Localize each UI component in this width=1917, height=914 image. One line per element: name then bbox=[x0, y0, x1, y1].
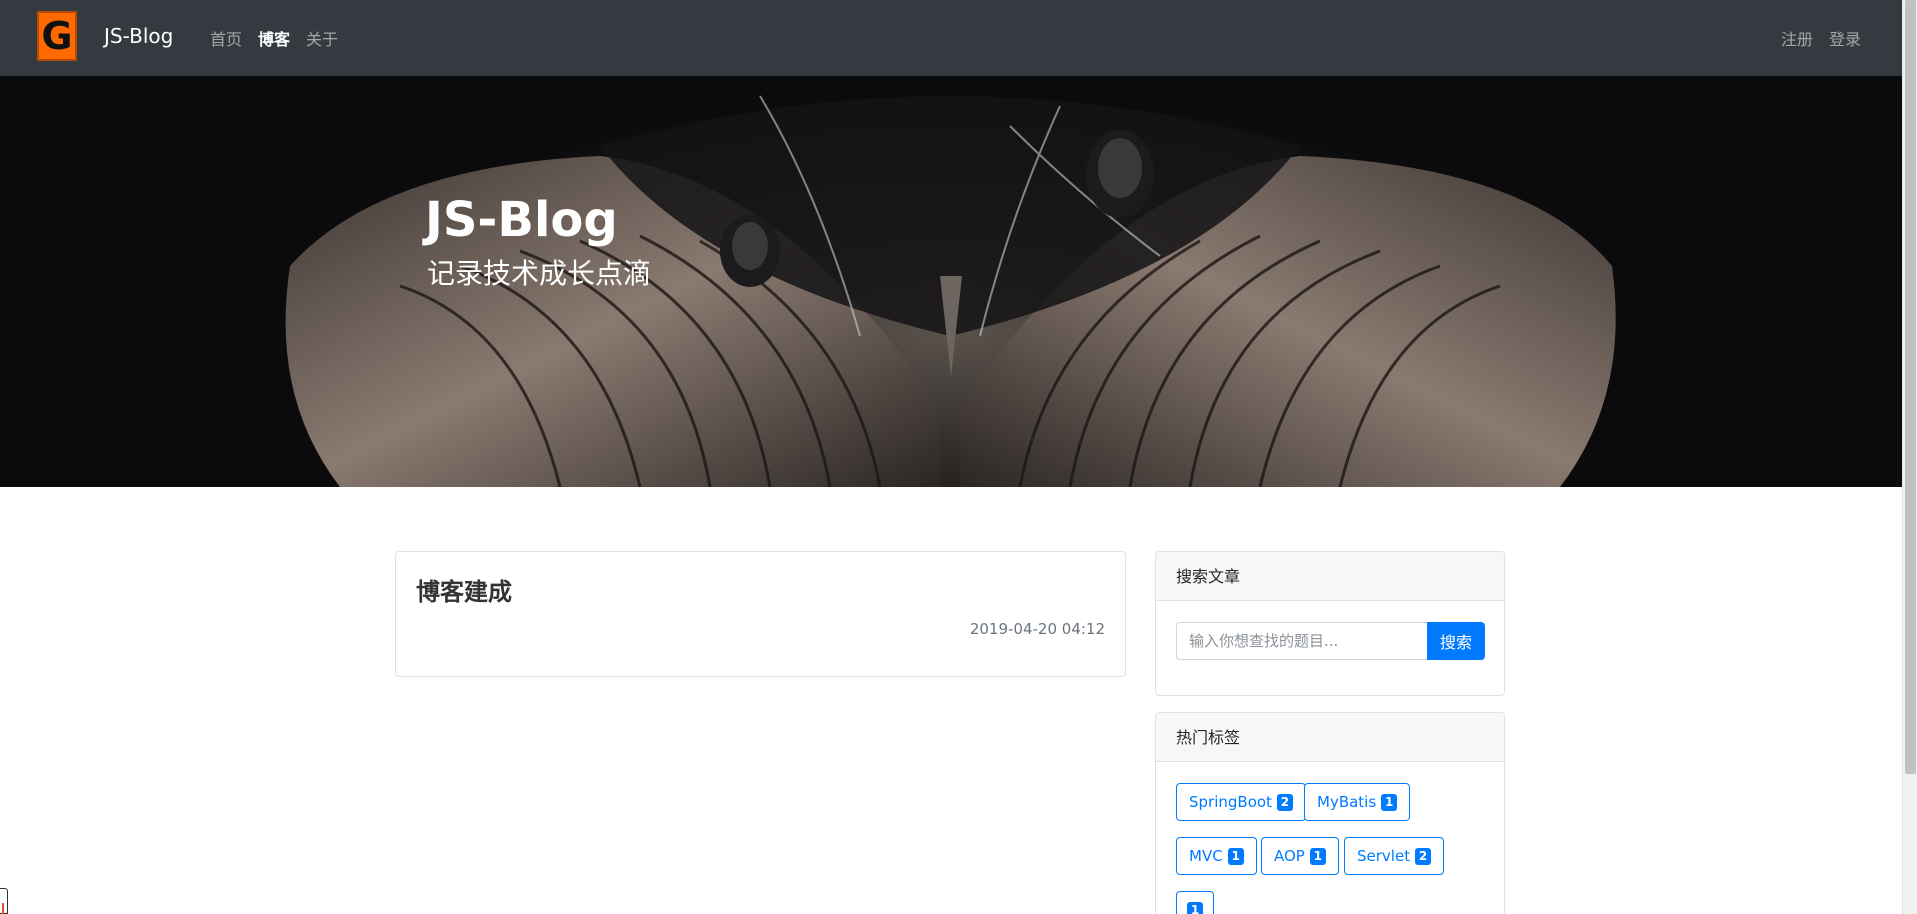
tag-button[interactable]: MVC 1 bbox=[1176, 837, 1257, 875]
register-link[interactable]: 注册 bbox=[1781, 26, 1813, 50]
tag-button[interactable]: Servlet 2 bbox=[1344, 837, 1445, 875]
hero-background-image bbox=[0, 76, 1902, 487]
hero-banner: JS-Blog 记录技术成长点滴 bbox=[0, 76, 1902, 487]
tag-count-badge: 1 bbox=[1187, 901, 1203, 914]
tag-count-badge: 2 bbox=[1415, 847, 1432, 865]
corner-widget-icon bbox=[0, 888, 8, 914]
vertical-scrollbar[interactable] bbox=[1902, 0, 1917, 914]
nav-blog-link[interactable]: 博客 bbox=[258, 26, 290, 50]
post-date: 2019-04-20 04:12 bbox=[969, 620, 1105, 638]
page: G JS-Blog 首页 博客 关于 注册 登录 JS-Blog 记录技术成长点… bbox=[0, 0, 1917, 914]
search-card-header: 搜索文章 bbox=[1156, 552, 1504, 601]
search-input[interactable] bbox=[1176, 622, 1427, 660]
tag-count-badge: 1 bbox=[1309, 847, 1326, 865]
tag-count-badge: 1 bbox=[1227, 847, 1244, 865]
top-navbar: G JS-Blog 首页 博客 关于 注册 登录 bbox=[0, 0, 1902, 76]
hot-tags-header: 热门标签 bbox=[1156, 713, 1504, 762]
tag-count-badge: 2 bbox=[1276, 793, 1293, 811]
tag-label: MVC bbox=[1189, 847, 1223, 865]
nav-about-link[interactable]: 关于 bbox=[306, 26, 338, 50]
scrollbar-thumb[interactable] bbox=[1905, 0, 1916, 774]
tag-button[interactable]: 1 bbox=[1176, 891, 1214, 914]
search-card: 搜索文章 搜索 bbox=[1155, 551, 1505, 696]
tag-label: AOP bbox=[1274, 847, 1305, 865]
hero-title: JS-Blog bbox=[425, 192, 618, 248]
search-button[interactable]: 搜索 bbox=[1427, 622, 1485, 660]
hero-subtitle: 记录技术成长点滴 bbox=[427, 257, 652, 290]
brand-link[interactable]: JS-Blog bbox=[104, 24, 173, 48]
tag-button[interactable]: AOP 1 bbox=[1261, 837, 1339, 875]
tag-button[interactable]: MyBatis 1 bbox=[1304, 783, 1411, 821]
tag-button[interactable]: SpringBoot 2 bbox=[1176, 783, 1306, 821]
tag-label: SpringBoot bbox=[1189, 793, 1272, 811]
tag-label: Servlet bbox=[1357, 847, 1411, 865]
post-title[interactable]: 博客建成 bbox=[416, 572, 512, 607]
tag-label: MyBatis bbox=[1317, 793, 1377, 811]
tag-count-badge: 1 bbox=[1381, 793, 1398, 811]
post-card[interactable]: 博客建成 2019-04-20 04:12 bbox=[395, 551, 1126, 677]
hot-tags-card: 热门标签 SpringBoot 2 MyBatis 1 MVC 1 AOP 1 … bbox=[1155, 712, 1505, 914]
nav-home-link[interactable]: 首页 bbox=[210, 26, 242, 50]
site-logo[interactable]: G bbox=[37, 11, 77, 61]
login-link[interactable]: 登录 bbox=[1829, 26, 1861, 50]
